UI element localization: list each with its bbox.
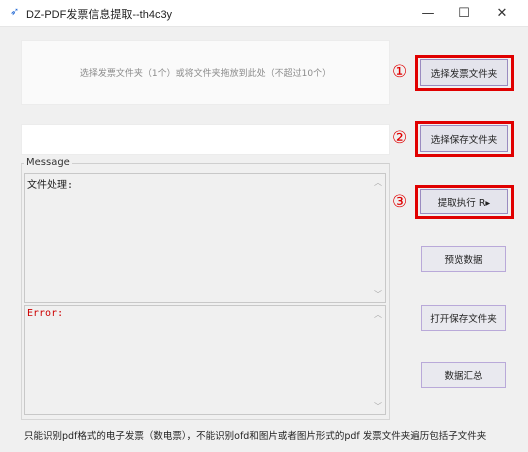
file-log-scrollbar[interactable]: ︿ ﹀ (371, 174, 385, 302)
file-processing-label: 文件处理: (27, 180, 74, 191)
folder-drop-zone[interactable]: 选择发票文件夹（1个）或将文件夹拖放到此处（不超过10个） (21, 40, 390, 105)
scroll-down-icon[interactable]: ﹀ (374, 289, 382, 300)
step-2-marker: ② (392, 128, 408, 148)
file-processing-log[interactable]: 文件处理: ︿ ﹀ (24, 173, 386, 303)
title-bar: ➶ DZ-PDF发票信息提取--th4c3y — ☐ ✕ (0, 0, 528, 27)
error-log[interactable]: Error: ︿ ﹀ (24, 305, 386, 415)
scroll-up-icon[interactable]: ︿ (374, 309, 382, 320)
close-button[interactable]: ✕ (482, 0, 522, 26)
minimize-button[interactable]: — (408, 0, 448, 26)
message-legend: Message (24, 157, 72, 168)
save-path-field[interactable] (21, 124, 390, 155)
data-summary-button[interactable]: 数据汇总 (421, 362, 506, 388)
footer-note: 只能识别pdf格式的电子发票（数电票），不能识别ofd和图片或者图片形式的pdf… (24, 431, 487, 442)
scroll-down-icon[interactable]: ﹀ (374, 401, 382, 412)
select-save-folder-button[interactable]: 选择保存文件夹 (420, 125, 508, 152)
preview-data-button[interactable]: 预览数据 (421, 246, 506, 272)
feather-icon: ➶ (10, 5, 20, 18)
open-save-folder-button[interactable]: 打开保存文件夹 (421, 305, 506, 331)
maximize-button[interactable]: ☐ (444, 0, 484, 26)
error-log-scrollbar[interactable]: ︿ ﹀ (371, 306, 385, 414)
window-title: DZ-PDF发票信息提取--th4c3y (26, 9, 173, 21)
error-label: Error: (27, 308, 64, 319)
scroll-up-icon[interactable]: ︿ (374, 177, 382, 188)
select-invoice-folder-button[interactable]: 选择发票文件夹 (420, 59, 508, 86)
extract-run-button[interactable]: 提取执行 R▸ (420, 189, 508, 214)
step-1-marker: ① (392, 62, 408, 82)
step-3-marker: ③ (392, 192, 408, 212)
drop-zone-hint: 选择发票文件夹（1个）或将文件夹拖放到此处（不超过10个） (79, 69, 332, 79)
